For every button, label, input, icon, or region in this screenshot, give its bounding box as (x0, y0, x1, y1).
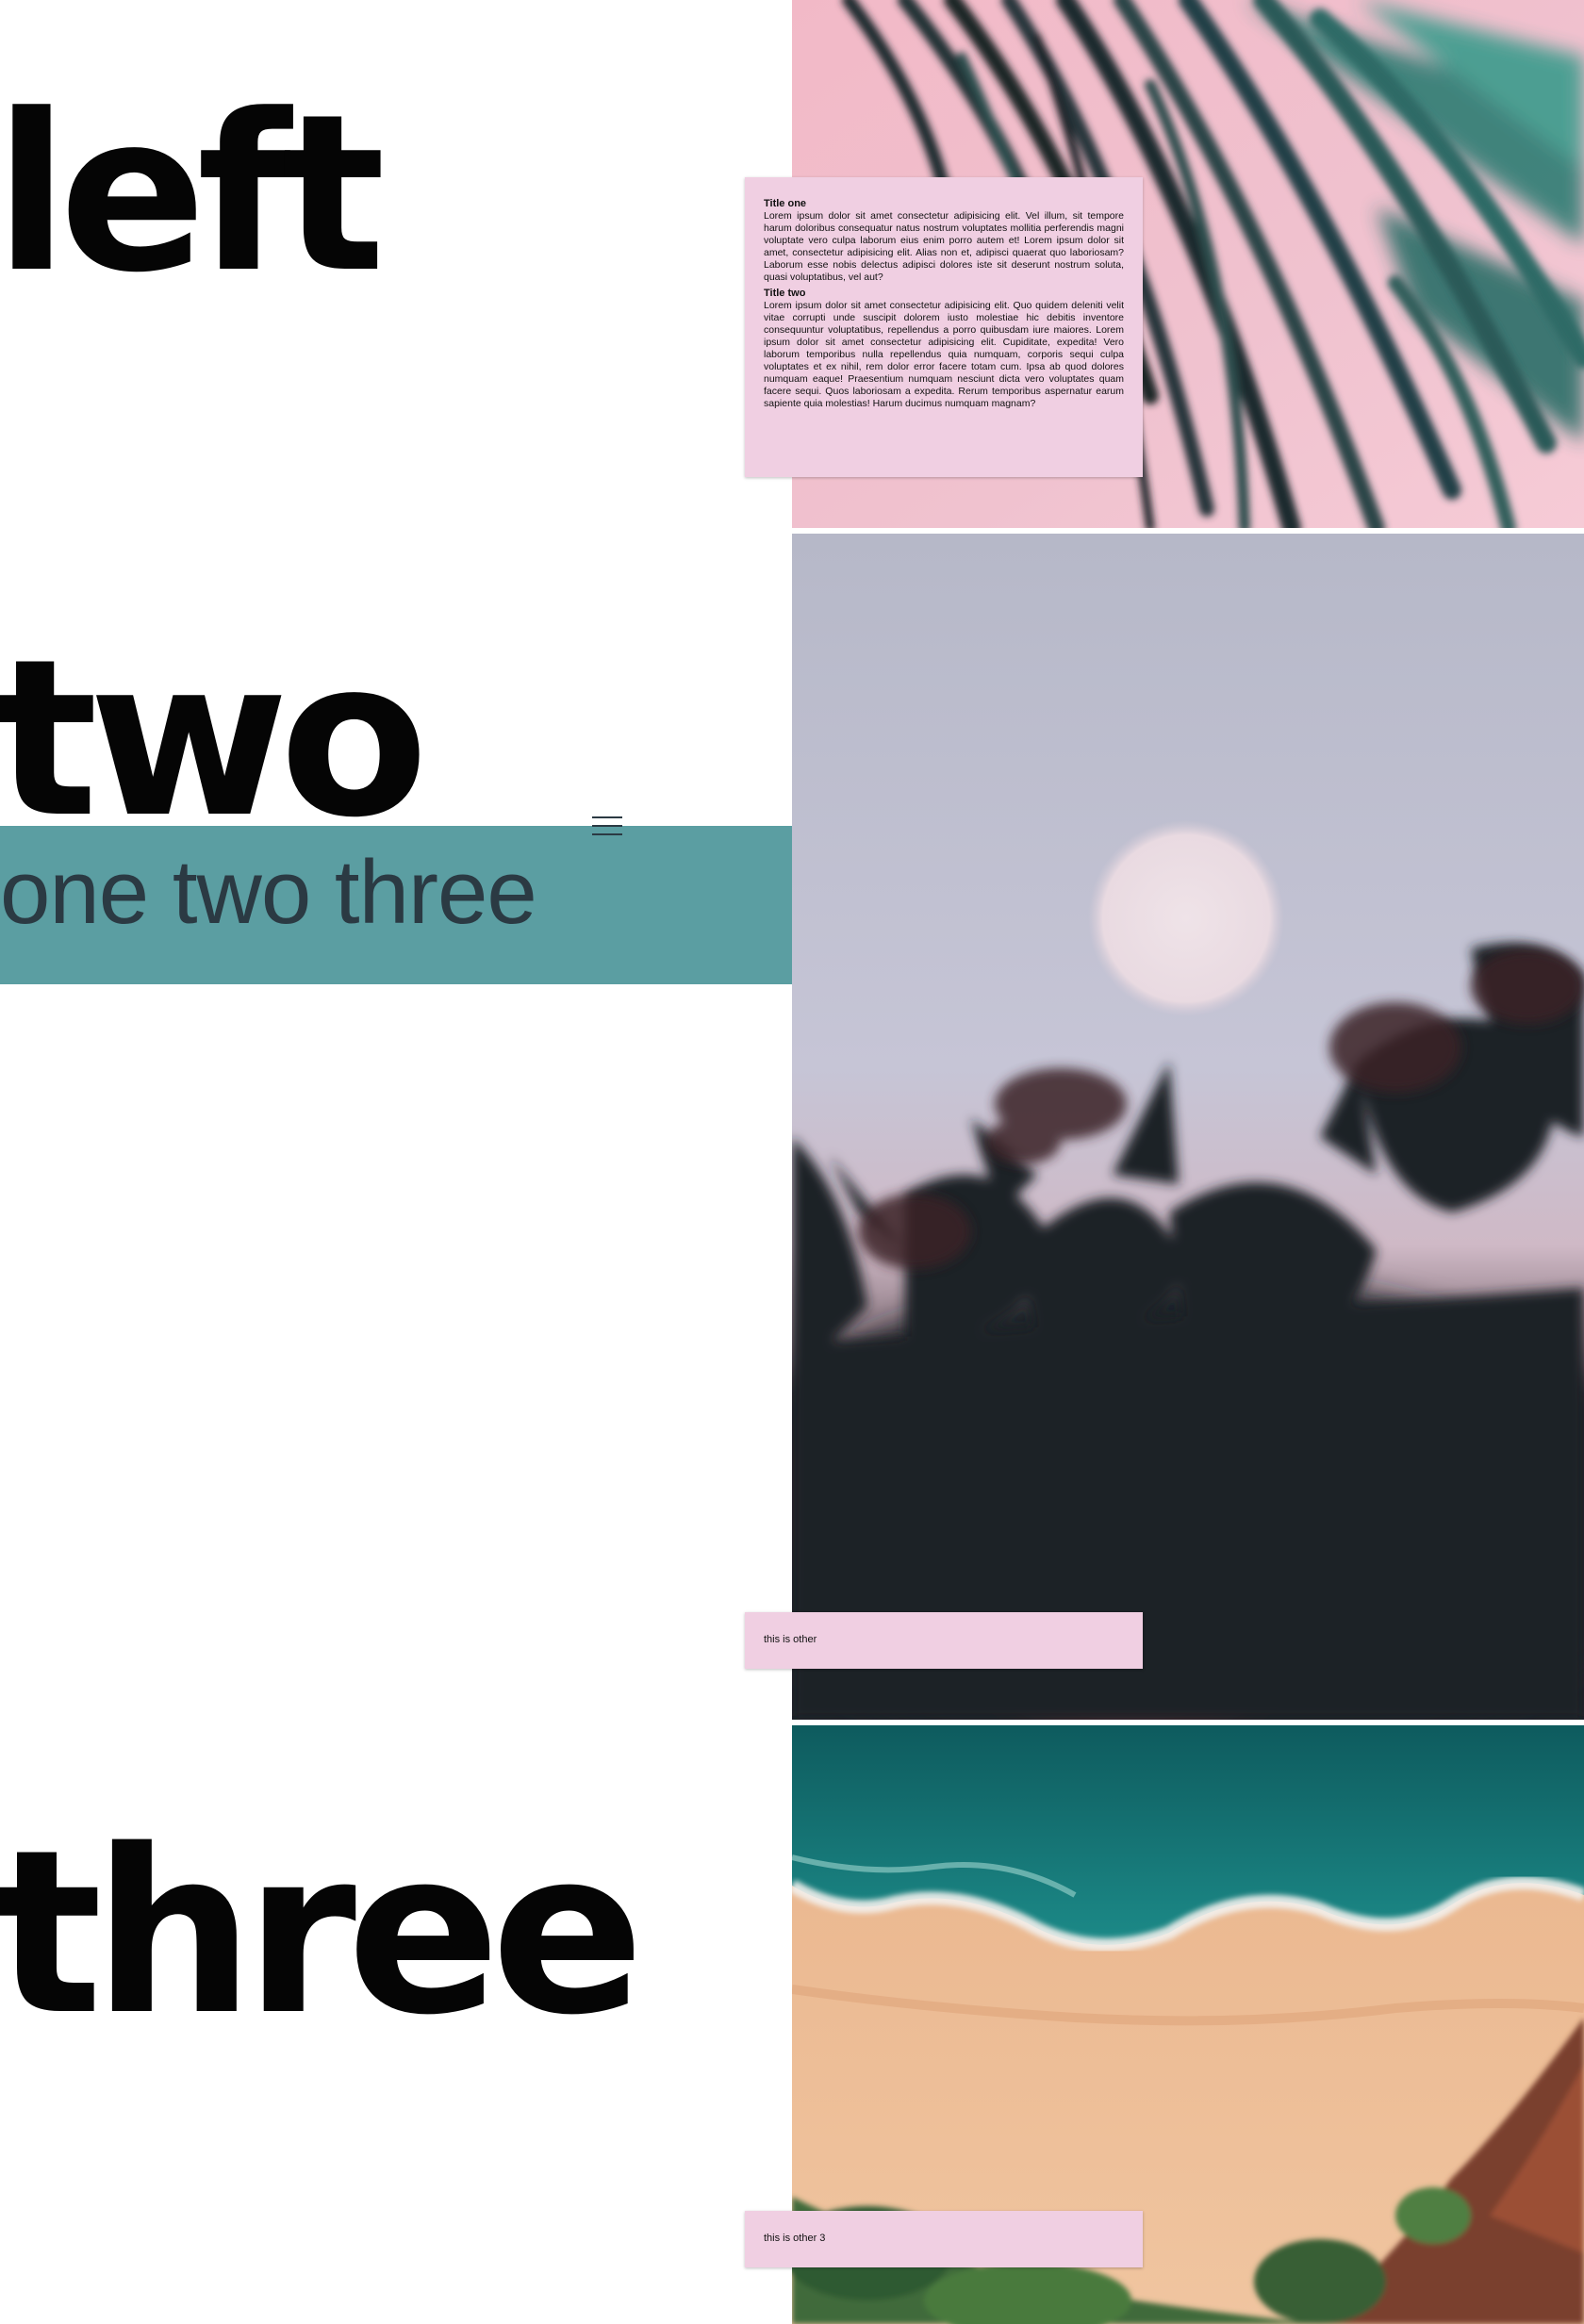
caption-text-other: this is other (764, 1634, 817, 1645)
info-card-text: Title one Lorem ipsum dolor sit amet con… (745, 177, 1143, 477)
card-body-one: Lorem ipsum dolor sit amet consectetur a… (764, 210, 1124, 283)
section-heading-three: three (0, 1801, 644, 2065)
section-heading-left: left (0, 69, 386, 321)
moon-flowers-photo (792, 534, 1584, 1720)
card-title-two: Title two (764, 288, 806, 299)
teal-banner: one two three (0, 826, 792, 984)
hamburger-menu-icon[interactable] (592, 816, 622, 835)
banner-text: one two three (0, 842, 537, 943)
card-title-one: Title one (764, 198, 807, 209)
section-heading-two: two (0, 614, 428, 865)
caption-text-other-3: this is other 3 (764, 2233, 826, 2244)
caption-card-other-3: this is other 3 (745, 2211, 1143, 2267)
caption-card-other: this is other (745, 1612, 1143, 1669)
card-body-two: Lorem ipsum dolor sit amet consectetur a… (764, 300, 1124, 409)
